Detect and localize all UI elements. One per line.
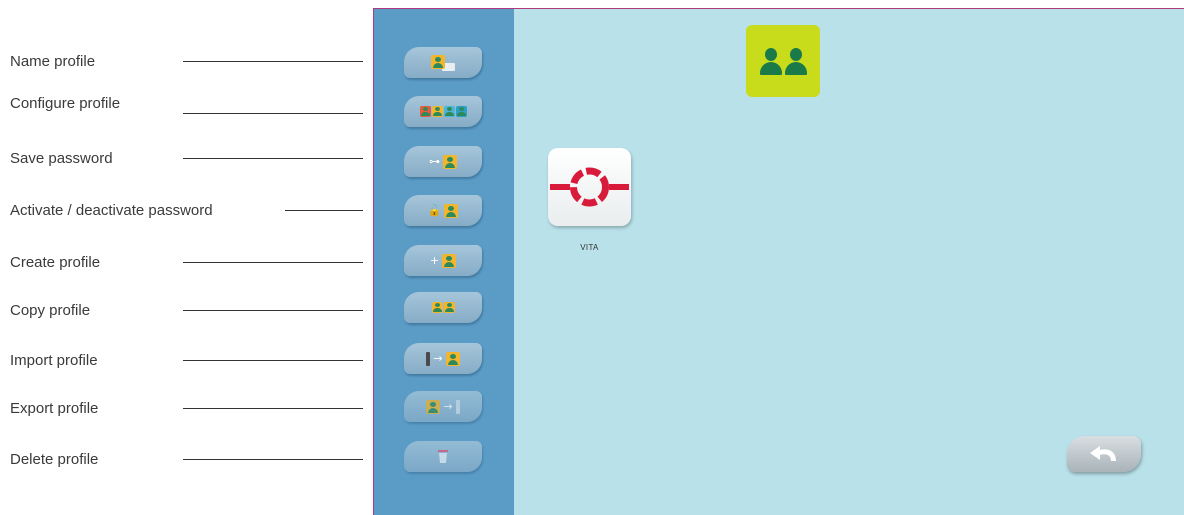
import-profile-button[interactable]: → — [404, 343, 482, 374]
delete-profile-button[interactable] — [404, 441, 482, 472]
profile-icon — [444, 203, 459, 218]
arrow-right-icon: → — [433, 352, 443, 365]
callout-line — [183, 262, 363, 263]
callout-copy-profile: Copy profile — [10, 298, 90, 322]
profile-icon — [442, 253, 457, 268]
callout-line — [285, 210, 363, 211]
save-password-button[interactable]: ⊶ — [404, 146, 482, 177]
callout-label: Import profile — [10, 351, 98, 369]
create-profile-button[interactable]: + — [404, 245, 482, 276]
configure-profile-button[interactable] — [404, 96, 482, 127]
callout-delete-profile: Delete profile — [10, 447, 98, 471]
callout-label: Export profile — [10, 399, 99, 417]
profile-icon — [443, 154, 457, 169]
user-icon — [759, 46, 782, 76]
activate-deactivate-password-button[interactable]: 🔓 — [404, 195, 482, 226]
vita-app-label: VITA — [580, 243, 599, 252]
copy-profile-button[interactable] — [404, 292, 482, 323]
callout-line — [183, 310, 363, 311]
callout-configure-profile: Configure profile — [10, 91, 120, 115]
profile-sidebar: ⊶ 🔓 + → → — [374, 9, 514, 515]
profile-icon — [426, 399, 441, 414]
callout-label: Delete profile — [10, 450, 99, 468]
name-profile-button[interactable] — [404, 47, 482, 78]
vita-app-tile[interactable] — [548, 148, 631, 226]
callout-name-profile: Name profile — [10, 49, 95, 73]
device-icon — [426, 351, 431, 366]
user-icon — [784, 46, 807, 76]
padlock-icon: 🔓 — [427, 204, 442, 217]
export-profile-button[interactable]: → — [404, 391, 482, 422]
callout-label: Copy profile — [10, 301, 91, 319]
callout-line — [183, 360, 363, 361]
back-button[interactable] — [1067, 436, 1141, 472]
device-icon — [455, 399, 460, 414]
profile-card-icon — [431, 54, 455, 71]
callout-label: Save password — [10, 149, 113, 167]
arrow-right-icon: → — [443, 400, 453, 413]
callout-line — [183, 459, 363, 460]
trash-icon — [438, 450, 448, 463]
two-users-icon[interactable] — [746, 25, 820, 97]
plus-icon: + — [429, 254, 440, 267]
callout-label: Name profile — [10, 52, 96, 70]
callout-export-profile: Export profile — [10, 396, 98, 420]
callout-create-profile: Create profile — [10, 250, 100, 274]
callout-import-profile: Import profile — [10, 348, 98, 372]
callout-line — [183, 61, 363, 62]
callout-line — [183, 113, 363, 114]
undo-arrow-icon — [1090, 446, 1116, 461]
callout-label: Activate / deactivate password — [10, 201, 213, 219]
callout-line — [183, 408, 363, 409]
main-content: VITA — [514, 9, 1184, 515]
multi-profile-settings-icon — [419, 106, 467, 117]
key-icon: ⊶ — [429, 155, 440, 168]
callout-save-password: Save password — [10, 146, 113, 170]
duplicate-profile-icon — [431, 302, 455, 313]
vita-ring-icon — [550, 167, 629, 207]
device-screen: ⊶ 🔓 + → → VITA — [373, 8, 1184, 515]
callout-line — [183, 158, 363, 159]
profile-icon — [445, 351, 460, 366]
callout-label: Configure profile — [10, 94, 121, 112]
callout-label: Create profile — [10, 253, 101, 271]
callout-activate-password: Activate / deactivate password — [10, 198, 213, 222]
